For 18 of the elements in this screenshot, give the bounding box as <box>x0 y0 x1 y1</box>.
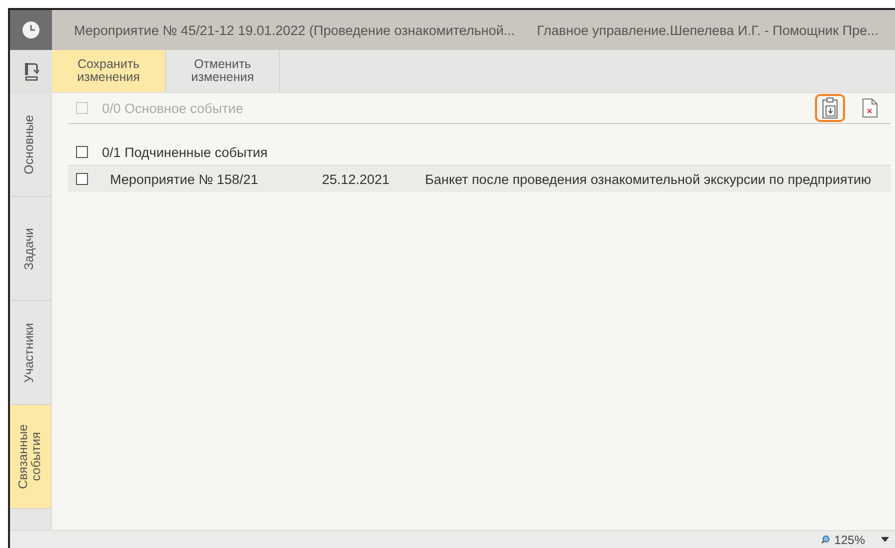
window-title: Мероприятие № 45/21-12 19.01.2022 (Проведение ознакомительной... <box>73 22 515 40</box>
main-event-label: 0/0 Основное событие <box>102 100 244 116</box>
zoom-icon <box>821 535 830 544</box>
section-label: 0/1 Подчиненные события <box>102 144 268 160</box>
zoom-level: 125% <box>834 532 865 546</box>
user-info: Главное управление.Шепелева И.Г. - Помощник Пре... <box>536 22 878 40</box>
table-cell-text: Мероприятие № 158/21 <box>110 172 260 186</box>
checkbox[interactable] <box>76 146 88 158</box>
table-cell-text: 25.12.2021 <box>322 172 391 186</box>
dropdown-icon[interactable] <box>881 537 889 542</box>
clipboard-icon[interactable] <box>822 97 838 119</box>
save-button[interactable]: Сохранить изменения <box>52 50 166 92</box>
delete-document-icon[interactable] <box>862 98 878 118</box>
exit-icon[interactable] <box>23 61 39 81</box>
checkbox[interactable] <box>76 173 88 185</box>
side-tab[interactable]: Связанные события <box>10 405 51 509</box>
table-cell: Банкет после проведения ознакомительной экскурсии по предприятию <box>425 172 872 186</box>
clock-icon[interactable] <box>22 21 40 39</box>
